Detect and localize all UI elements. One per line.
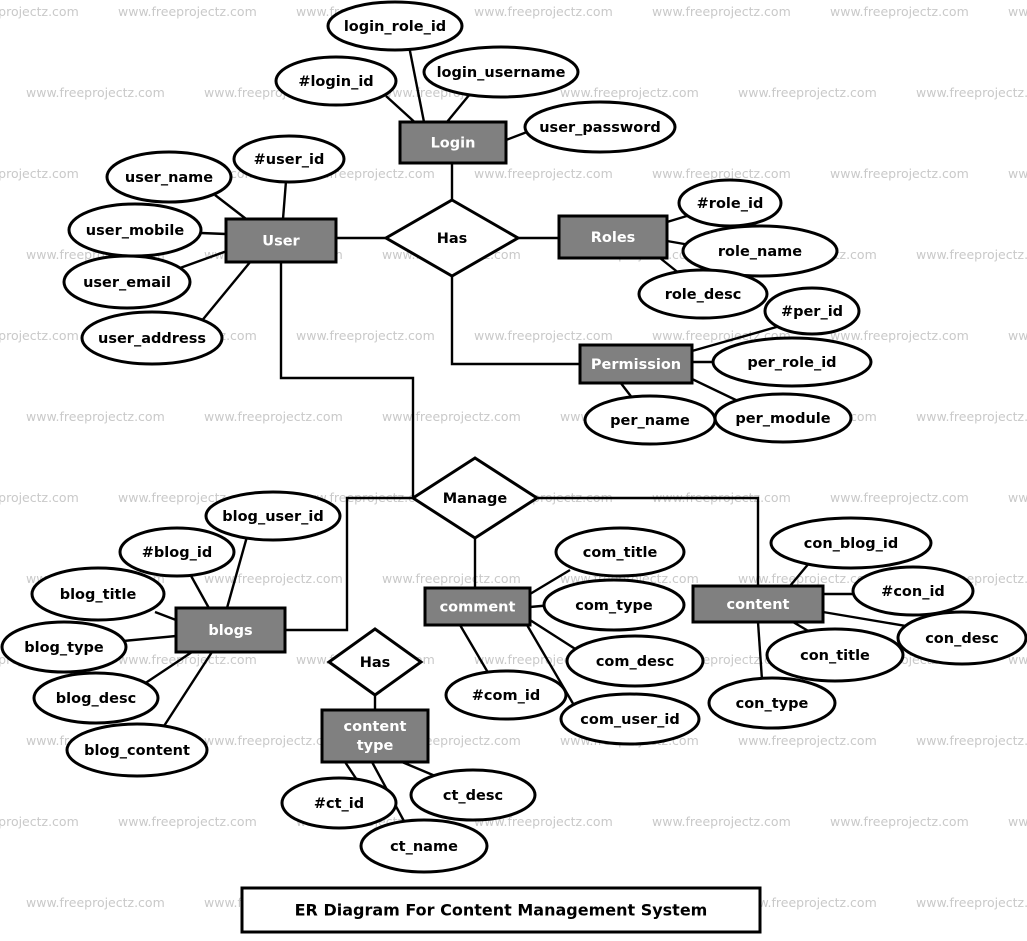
title-layer: ER Diagram For Content Management System xyxy=(240,886,762,934)
diagram-title-label: ER Diagram For Content Management System xyxy=(295,901,708,920)
er-diagram-canvas: www.freeprojectz.comwww.freeprojectz.com… xyxy=(0,0,1027,941)
